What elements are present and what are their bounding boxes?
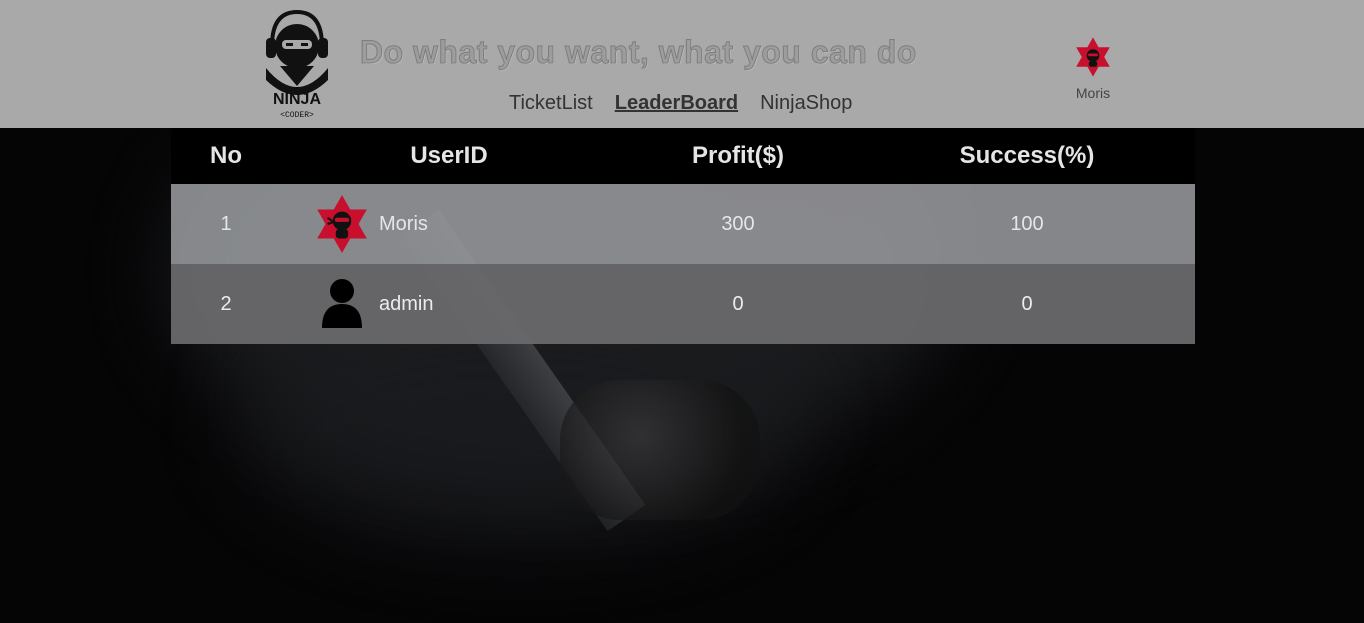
nav-ticketlist[interactable]: TicketList (509, 92, 593, 115)
cell-no: 2 (220, 292, 232, 315)
default-user-icon (311, 273, 373, 335)
user-link[interactable]: Moris (379, 213, 428, 236)
cell-success: 0 (1021, 292, 1033, 315)
table-row: 2 admin 0 0 (171, 264, 1195, 344)
table-row: 1 Moris 300 100 (171, 184, 1195, 264)
leaderboard-table: No UserID Profit($) Success(%) 1 Moris 3… (171, 128, 1195, 344)
cell-success: 100 (1010, 212, 1044, 235)
user-link[interactable]: admin (379, 293, 433, 316)
user-menu[interactable]: Moris (1070, 36, 1116, 101)
site-header: NINJA <CODER> Do what you want, what you… (0, 0, 1364, 128)
column-header-success: Success(%) (959, 142, 1095, 169)
column-header-profit: Profit($) (692, 142, 784, 169)
cell-user: Moris (281, 193, 617, 255)
cell-no: 1 (220, 212, 232, 235)
cell-user: admin (281, 273, 617, 335)
ninja-coder-logo[interactable]: NINJA <CODER> (260, 6, 334, 120)
nav-ninjashop[interactable]: NinjaShop (760, 92, 852, 115)
cell-profit: 0 (732, 292, 744, 315)
logo-text: NINJA (273, 91, 321, 108)
ninja-star-avatar-icon (311, 193, 373, 255)
table-header: No UserID Profit($) Success(%) (171, 128, 1195, 184)
nav-leaderboard[interactable]: LeaderBoard (615, 92, 738, 115)
column-header-no: No (210, 142, 242, 169)
logo-subtext: <CODER> (280, 111, 314, 120)
main-nav: TicketList LeaderBoard NinjaShop (509, 92, 852, 115)
cell-profit: 300 (721, 212, 755, 235)
column-header-userid: UserID (410, 142, 488, 169)
ninja-star-avatar-icon (1076, 37, 1110, 77)
user-name: Moris (1075, 85, 1111, 101)
tagline: Do what you want, what you can do (360, 34, 917, 71)
